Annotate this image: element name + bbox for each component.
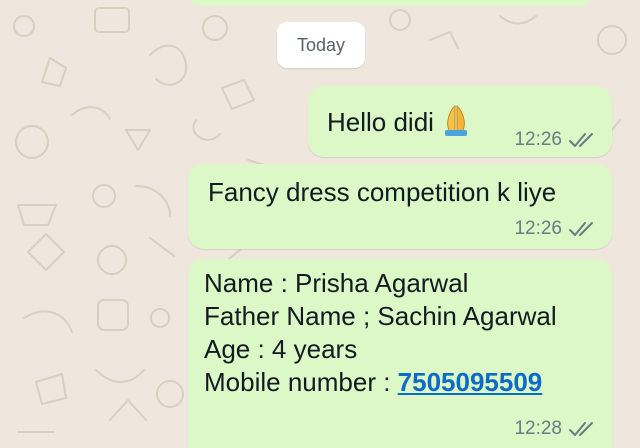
message-time: 12:28 xyxy=(514,418,562,439)
message-bubble[interactable]: Name : Prisha Agarwal Father Name ; Sach… xyxy=(188,259,612,448)
mobile-label: Mobile number : xyxy=(204,367,398,397)
double-check-icon xyxy=(568,220,598,238)
message-meta: 12:28 xyxy=(514,418,598,440)
message-line-father-name: Father Name ; Sachin Agarwal xyxy=(204,301,557,331)
message-text: Hello didi xyxy=(327,103,470,144)
date-divider-label: Today xyxy=(296,34,346,55)
double-check-icon xyxy=(568,420,598,438)
message-line-age: Age : 4 years xyxy=(204,334,358,364)
message-body: Fancy dress competition k liye xyxy=(208,177,557,207)
message-time: 12:26 xyxy=(514,129,562,150)
double-check-icon xyxy=(568,131,598,149)
folded-hands-emoji-icon xyxy=(442,103,470,144)
message-bubble[interactable]: Fancy dress competition k liye 12:26 xyxy=(188,164,612,249)
message-body: Hello didi xyxy=(327,107,434,137)
message-line-name: Name : Prisha Agarwal xyxy=(204,268,469,298)
message-body: Name : Prisha Agarwal Father Name ; Sach… xyxy=(204,267,557,399)
message-bubble[interactable]: Hello didi 12:26 xyxy=(308,86,612,157)
message-meta: 12:26 xyxy=(514,129,598,151)
phone-number-link[interactable]: 7505095509 xyxy=(398,367,543,397)
message-time: 12:26 xyxy=(514,218,562,239)
message-meta: 12:26 xyxy=(514,218,598,240)
message-line-mobile: Mobile number : 7505095509 xyxy=(204,366,557,399)
previous-message-bubble xyxy=(188,0,592,6)
date-divider-chip: Today xyxy=(277,22,365,68)
